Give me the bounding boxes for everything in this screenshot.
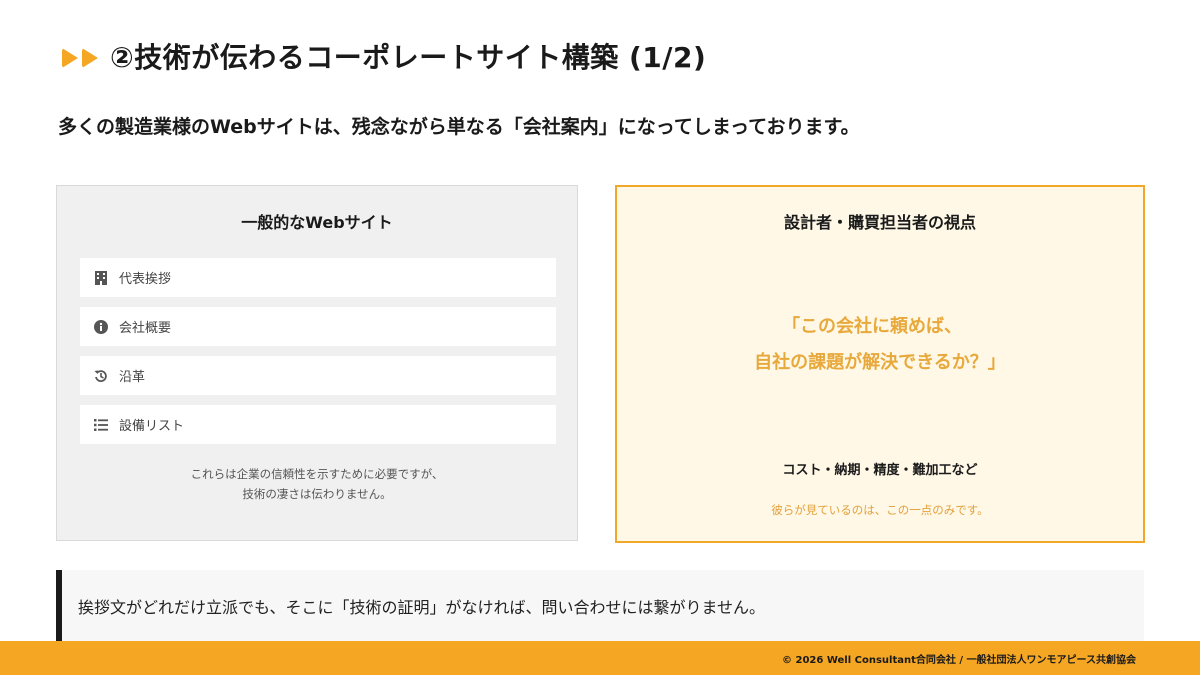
typical-website-panel: 一般的なWebサイト 代表挨拶 会社概要 沿革 設備リスト これらは企業の信頼性…: [56, 185, 578, 541]
double-arrow-icon: [62, 48, 98, 68]
focus-note: 彼らが見ているのは、この一点のみです。: [771, 503, 989, 517]
list-item-company-profile: 会社概要: [80, 307, 556, 346]
key-message-callout: 挨拶文がどれだけ立派でも、そこに「技術の証明」がなければ、問い合わせには繋がりま…: [56, 570, 1144, 641]
decision-factors: コスト・納期・精度・難加工など: [782, 463, 978, 478]
buyer-perspective-panel: 設計者・購買担当者の視点 「この会社に頼めば、 自社の課題が解決できるか？」 コ…: [615, 185, 1145, 543]
list-item-equipment: 設備リスト: [80, 405, 556, 444]
note-line-2: 技術の凄さは伝わりません。: [242, 487, 392, 501]
list-item-greeting: 代表挨拶: [80, 258, 556, 297]
info-icon: [94, 319, 108, 334]
list-icon: [94, 418, 108, 432]
building-icon: [94, 270, 108, 285]
list-item-label: 設備リスト: [119, 419, 185, 434]
list-item-label: 代表挨拶: [119, 272, 172, 287]
history-icon: [94, 369, 108, 383]
buyer-question-quote: 「この会社に頼めば、 自社の課題が解決できるか？」: [617, 309, 1143, 381]
lead-text: 多くの製造業様のWebサイトは、残念ながら単なる「会社案内」になってしまっており…: [58, 116, 860, 138]
website-section-list: 代表挨拶 会社概要 沿革 設備リスト: [80, 258, 556, 454]
footer-bar: © 2026 Well Consultant合同会社 / 一般社団法人ワンモアピ…: [0, 641, 1200, 675]
typical-website-title: 一般的なWebサイト: [241, 213, 393, 232]
note-line-1: これらは企業の信頼性を示すために必要ですが、: [190, 467, 444, 481]
page-title: ②技術が伝わるコーポレートサイト構築 (1/2): [110, 41, 707, 74]
quote-line-1: 「この会社に頼めば、: [782, 316, 962, 337]
typical-website-note: これらは企業の信頼性を示すために必要ですが、 技術の凄さは伝わりません。: [57, 464, 577, 504]
slide-header: ②技術が伝わるコーポレートサイト構築 (1/2): [62, 36, 706, 76]
callout-text: 挨拶文がどれだけ立派でも、そこに「技術の証明」がなければ、問い合わせには繋がりま…: [78, 597, 766, 617]
list-item-label: 会社概要: [119, 321, 172, 336]
quote-line-2: 自社の課題が解決できるか？」: [754, 352, 1006, 373]
buyer-perspective-title: 設計者・購買担当者の視点: [783, 213, 976, 232]
list-item-history: 沿革: [80, 356, 556, 395]
list-item-label: 沿革: [119, 370, 146, 385]
copyright-text: © 2026 Well Consultant合同会社 / 一般社団法人ワンモアピ…: [782, 655, 1136, 666]
